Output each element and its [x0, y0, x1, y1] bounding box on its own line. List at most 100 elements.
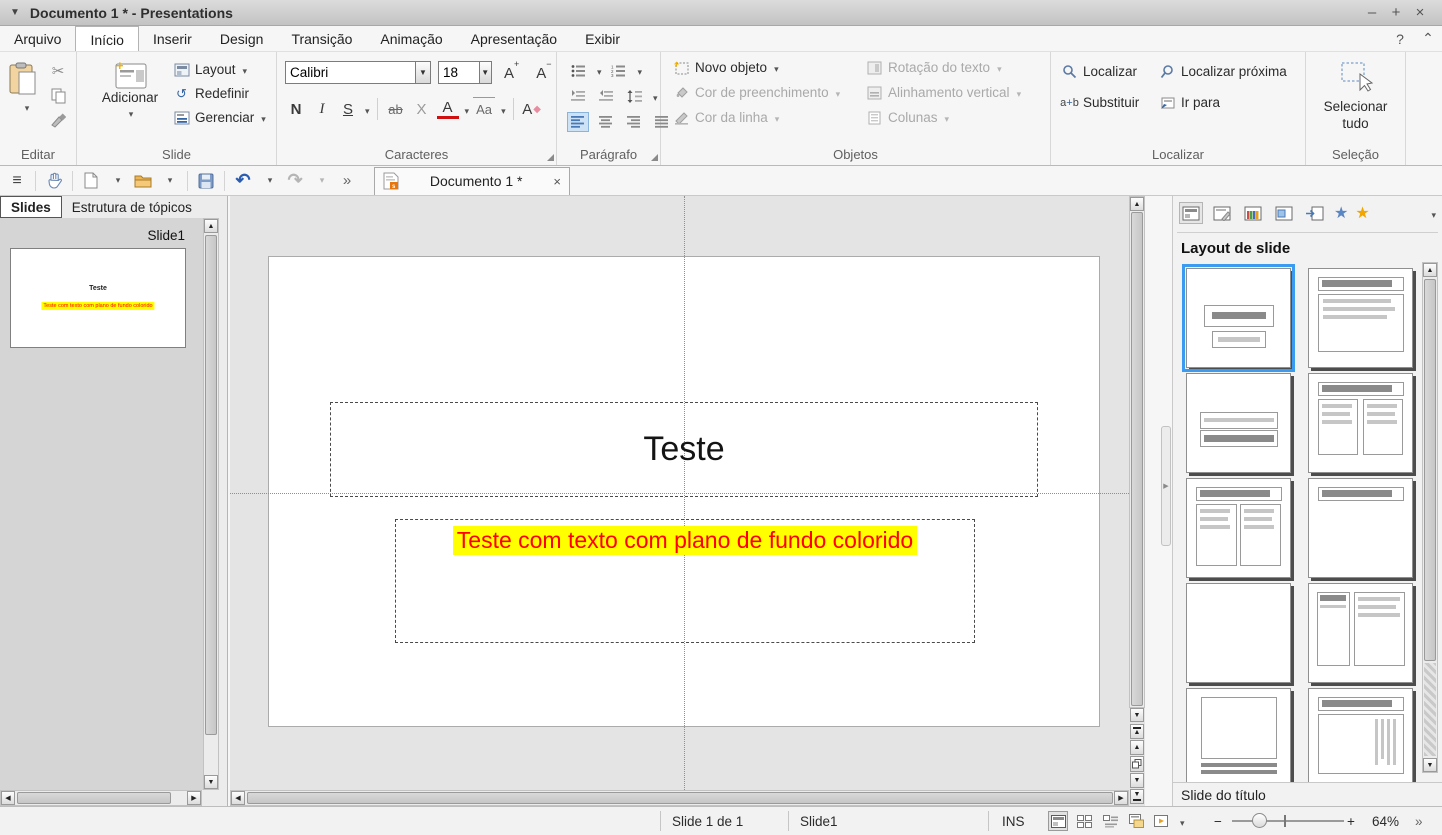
next-slide-button[interactable]: ▼: [1130, 773, 1144, 788]
slideshow-dropdown-arrow[interactable]: [1178, 814, 1185, 829]
open-folder-icon[interactable]: [132, 169, 154, 193]
paste-dropdown-arrow[interactable]: [23, 98, 30, 114]
font-color-dropdown-arrow[interactable]: [463, 101, 470, 117]
columns-button[interactable]: Colunas: [866, 110, 1021, 125]
italic-button[interactable]: I: [311, 97, 333, 121]
pan-hand-icon[interactable]: [43, 169, 65, 193]
previous-slide-button[interactable]: ▲: [1130, 740, 1144, 755]
bottom-title-layout-icon[interactable]: [1186, 688, 1291, 783]
tab-design[interactable]: Design: [206, 26, 278, 51]
add-slide-dropdown-arrow[interactable]: [127, 105, 134, 120]
change-case-button[interactable]: Aa: [473, 97, 495, 121]
slide-canvas[interactable]: Teste Teste com texto com plano de fundo…: [230, 196, 1145, 806]
tab-arquivo[interactable]: Arquivo: [0, 26, 75, 51]
two-content-layout-icon[interactable]: [1186, 478, 1291, 578]
animation-deck-icon[interactable]: ★: [1334, 203, 1348, 223]
font-name-dropdown-arrow[interactable]: ▼: [415, 62, 430, 83]
vertical-text-layout-icon[interactable]: [1308, 688, 1413, 783]
align-right-button[interactable]: [623, 112, 645, 132]
collapse-ribbon-icon[interactable]: ⌃: [1414, 26, 1442, 51]
sidebar-collapse-handle[interactable]: ▶: [1161, 426, 1171, 546]
window-menu-icon[interactable]: ▼: [10, 7, 20, 18]
custom-animation-deck-icon[interactable]: ★: [1355, 203, 1369, 223]
select-all-button[interactable]: Selecionar tudo: [1306, 60, 1405, 132]
shapes-deck-icon[interactable]: [1272, 202, 1296, 224]
font-name-combo[interactable]: ▼: [285, 61, 431, 84]
document-tab-close-icon[interactable]: ×: [553, 174, 561, 189]
canvas-vscrollbar[interactable]: ▲ ▲ ▼ ▼: [1129, 196, 1145, 806]
slide-sorter-view-icon[interactable]: [1074, 811, 1094, 831]
cut-icon[interactable]: ✂: [48, 62, 68, 80]
properties-deck-icon[interactable]: [1179, 202, 1203, 224]
sidebar-settings-dropdown-arrow[interactable]: [1429, 205, 1436, 221]
tab-outline[interactable]: Estrutura de tópicos: [62, 196, 202, 218]
close-button[interactable]: ×: [1408, 4, 1432, 21]
find-next-button[interactable]: Localizar próxima: [1159, 64, 1287, 79]
font-size-combo[interactable]: ▼: [438, 61, 492, 84]
vertical-alignment-button[interactable]: Alinhamento vertical: [866, 85, 1021, 100]
tab-slides[interactable]: Slides: [0, 196, 62, 218]
centered-text-layout-icon[interactable]: [1186, 373, 1291, 473]
title-content-layout-icon[interactable]: [1308, 268, 1413, 368]
zoom-in-button[interactable]: +: [1347, 807, 1355, 835]
redo-icon[interactable]: ↷: [284, 169, 306, 193]
slide-panel-hscrollbar[interactable]: [0, 790, 202, 806]
new-document-icon[interactable]: [80, 169, 102, 193]
tab-exibir[interactable]: Exibir: [571, 26, 634, 51]
statusbar-overflow-button[interactable]: »: [1415, 807, 1423, 835]
undo-dropdown-arrow[interactable]: [258, 169, 280, 193]
new-document-dropdown-arrow[interactable]: [106, 169, 128, 193]
slide-transition-deck-icon[interactable]: [1303, 202, 1327, 224]
title-only-layout-icon[interactable]: [1308, 478, 1413, 578]
blank-layout-icon[interactable]: [1186, 583, 1291, 683]
title-placeholder[interactable]: Teste: [330, 402, 1038, 497]
slide-name-status[interactable]: Slide1: [800, 807, 838, 835]
increase-font-size-button[interactable]: A+: [499, 64, 524, 82]
manage-slides-button[interactable]: Gerenciar: [173, 110, 266, 125]
layout-button[interactable]: Layout: [173, 62, 266, 77]
strikethrough-button[interactable]: ab: [385, 97, 407, 121]
caracteres-dialog-launcher-icon[interactable]: [547, 154, 554, 161]
body-placeholder[interactable]: Teste com texto com plano de fundo color…: [395, 519, 975, 643]
text-rotation-button[interactable]: Rotação do texto: [866, 60, 1021, 75]
replace-button[interactable]: a+b Substituir: [1061, 95, 1139, 110]
font-color-button[interactable]: A: [437, 99, 459, 119]
navigator-button[interactable]: [1130, 756, 1144, 772]
highlight-color-button[interactable]: A ◆: [521, 97, 543, 121]
paste-button[interactable]: [8, 62, 44, 114]
new-object-button[interactable]: + Novo objeto: [673, 60, 840, 75]
tab-apresentacao[interactable]: Apresentação: [457, 26, 571, 51]
numbered-list-button[interactable]: 123: [608, 60, 630, 80]
notes-view-icon[interactable]: [1126, 811, 1146, 831]
tab-inserir[interactable]: Inserir: [139, 26, 206, 51]
slide-title-text[interactable]: Teste: [643, 430, 724, 469]
start-slideshow-icon[interactable]: [1152, 811, 1172, 831]
normal-view-icon[interactable]: [1048, 811, 1068, 831]
left-column-content-layout-icon[interactable]: [1308, 583, 1413, 683]
align-center-button[interactable]: [595, 112, 617, 132]
sidebar-vscrollbar[interactable]: [1422, 262, 1438, 773]
document-tab[interactable]: s Documento 1 * ×: [374, 167, 570, 195]
zoom-slider-handle[interactable]: [1252, 813, 1267, 828]
outline-view-icon[interactable]: [1100, 811, 1120, 831]
tab-transicao[interactable]: Transição: [277, 26, 366, 51]
toolbar-overflow-button[interactable]: »: [336, 169, 358, 193]
bullet-list-button[interactable]: [567, 60, 589, 80]
undo-icon[interactable]: ↶: [232, 169, 254, 193]
highlighted-body-text[interactable]: Teste com texto com plano de fundo color…: [453, 526, 917, 555]
line-color-button[interactable]: Cor da linha: [673, 110, 840, 125]
zoom-slider-track[interactable]: [1232, 820, 1344, 822]
zoom-out-button[interactable]: −: [1214, 807, 1222, 835]
tab-inicio[interactable]: Início: [75, 26, 138, 51]
decrease-font-size-button[interactable]: A−: [531, 64, 556, 82]
underline-button[interactable]: S: [337, 97, 359, 121]
save-icon[interactable]: [195, 169, 217, 193]
title-subtitle-layout-icon[interactable]: [1186, 268, 1291, 368]
change-case-dropdown-arrow[interactable]: [499, 101, 506, 117]
bullet-list-dropdown-arrow[interactable]: [595, 62, 602, 78]
font-size-input[interactable]: [439, 62, 479, 83]
align-left-button[interactable]: [567, 112, 589, 132]
help-button[interactable]: ?: [1386, 26, 1414, 51]
slide-thumbnail[interactable]: Teste Teste com texto com plano de fundo…: [10, 248, 186, 348]
numbered-list-dropdown-arrow[interactable]: [636, 62, 643, 78]
